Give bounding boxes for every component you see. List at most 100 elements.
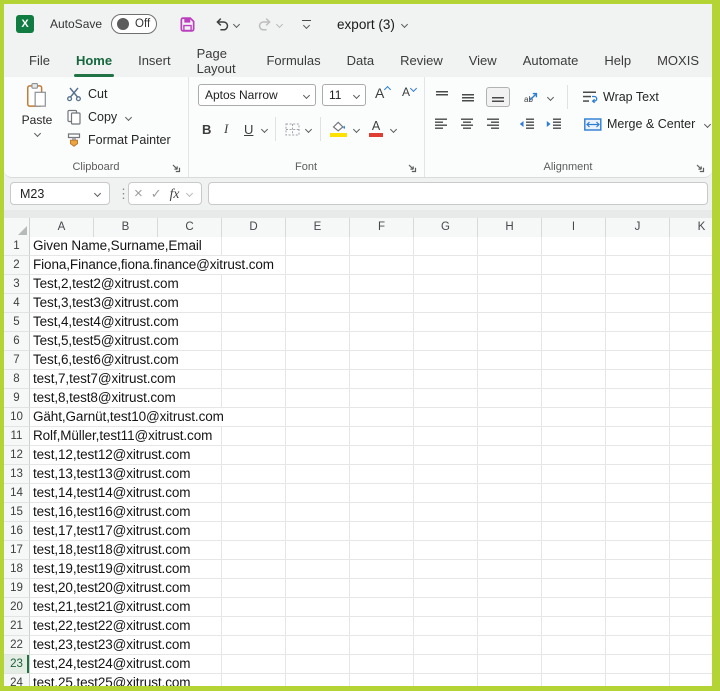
- undo-dropdown-icon[interactable]: [233, 20, 240, 27]
- column-header-A[interactable]: A: [30, 218, 94, 237]
- row-cells-16[interactable]: test,17,test17@xitrust.com: [30, 522, 712, 541]
- fill-color-button[interactable]: [330, 121, 347, 137]
- row-header-3[interactable]: 3: [4, 275, 30, 294]
- row-header-12[interactable]: 12: [4, 446, 30, 465]
- cancel-button[interactable]: ×: [134, 186, 143, 201]
- fx-chevron-icon[interactable]: [186, 190, 193, 197]
- row-cells-18[interactable]: test,19,test19@xitrust.com: [30, 560, 712, 579]
- orientation-dropdown-icon[interactable]: [547, 93, 554, 100]
- fill-color-dropdown-icon[interactable]: [353, 125, 360, 132]
- row-header-6[interactable]: 6: [4, 332, 30, 351]
- formula-input[interactable]: [208, 182, 708, 205]
- row-cells-23[interactable]: test,24,test24@xitrust.com: [30, 655, 712, 674]
- paste-button[interactable]: Paste: [14, 82, 60, 136]
- clipboard-dialog-launcher-icon[interactable]: [171, 163, 181, 173]
- align-top-button[interactable]: [434, 90, 450, 104]
- tab-home[interactable]: Home: [63, 44, 125, 77]
- document-title-button[interactable]: export (3): [311, 17, 407, 32]
- row-header-15[interactable]: 15: [4, 503, 30, 522]
- grow-font-button[interactable]: A: [375, 85, 390, 101]
- row-header-14[interactable]: 14: [4, 484, 30, 503]
- format-painter-button[interactable]: Format Painter: [66, 132, 171, 148]
- row-cells-24[interactable]: test,25,test25@xitrust.com: [30, 674, 712, 686]
- row-header-22[interactable]: 22: [4, 636, 30, 655]
- underline-dropdown-icon[interactable]: [261, 125, 268, 132]
- font-dialog-launcher-icon[interactable]: [407, 163, 417, 173]
- row-cells-20[interactable]: test,21,test21@xitrust.com: [30, 598, 712, 617]
- tab-view[interactable]: View: [456, 44, 510, 77]
- row-cells-15[interactable]: test,16,test16@xitrust.com: [30, 503, 712, 522]
- row-cells-9[interactable]: test,8,test8@xitrust.com: [30, 389, 712, 408]
- row-header-8[interactable]: 8: [4, 370, 30, 389]
- row-header-9[interactable]: 9: [4, 389, 30, 408]
- row-header-10[interactable]: 10: [4, 408, 30, 427]
- insert-function-button[interactable]: fx: [170, 186, 180, 202]
- font-name-select[interactable]: Aptos Narrow: [198, 84, 316, 106]
- align-bottom-button-selected[interactable]: [486, 87, 510, 107]
- paste-dropdown-icon[interactable]: [33, 130, 40, 137]
- column-header-B[interactable]: B: [94, 218, 158, 237]
- increase-indent-button[interactable]: [545, 117, 562, 131]
- copy-dropdown-icon[interactable]: [125, 113, 132, 120]
- tab-insert[interactable]: Insert: [125, 44, 184, 77]
- tab-moxis[interactable]: MOXIS: [644, 44, 712, 77]
- column-header-I[interactable]: I: [542, 218, 606, 237]
- shrink-font-button[interactable]: A: [402, 85, 416, 99]
- row-cells-22[interactable]: test,23,test23@xitrust.com: [30, 636, 712, 655]
- italic-button[interactable]: I: [224, 121, 244, 137]
- tab-review[interactable]: Review: [387, 44, 456, 77]
- row-header-13[interactable]: 13: [4, 465, 30, 484]
- row-header-7[interactable]: 7: [4, 351, 30, 370]
- align-left-button[interactable]: [434, 117, 450, 131]
- cut-button[interactable]: Cut: [66, 86, 107, 102]
- font-color-button[interactable]: A: [369, 121, 383, 137]
- decrease-indent-button[interactable]: [518, 117, 535, 131]
- enter-button[interactable]: ✓: [151, 187, 162, 200]
- name-box[interactable]: M23: [10, 182, 110, 205]
- row-cells-11[interactable]: Rolf,Müller,test11@xitrust.com: [30, 427, 712, 446]
- row-header-17[interactable]: 17: [4, 541, 30, 560]
- row-cells-6[interactable]: Test,5,test5@xitrust.com: [30, 332, 712, 351]
- wrap-text-button[interactable]: Wrap Text: [582, 90, 659, 104]
- underline-button[interactable]: U: [244, 122, 258, 137]
- row-header-4[interactable]: 4: [4, 294, 30, 313]
- column-header-H[interactable]: H: [478, 218, 542, 237]
- merge-center-button[interactable]: Merge & Center: [584, 117, 695, 131]
- bold-button[interactable]: B: [202, 122, 224, 137]
- row-header-19[interactable]: 19: [4, 579, 30, 598]
- row-header-16[interactable]: 16: [4, 522, 30, 541]
- borders-button[interactable]: [285, 123, 300, 136]
- tab-file[interactable]: File: [16, 44, 63, 77]
- row-cells-21[interactable]: test,22,test22@xitrust.com: [30, 617, 712, 636]
- tab-data[interactable]: Data: [334, 44, 387, 77]
- row-cells-12[interactable]: test,12,test12@xitrust.com: [30, 446, 712, 465]
- column-header-F[interactable]: F: [350, 218, 414, 237]
- row-header-24[interactable]: 24: [4, 674, 30, 686]
- row-header-21[interactable]: 21: [4, 617, 30, 636]
- alignment-dialog-launcher-icon[interactable]: [695, 163, 705, 173]
- row-cells-14[interactable]: test,14,test14@xitrust.com: [30, 484, 712, 503]
- row-cells-3[interactable]: Test,2,test2@xitrust.com: [30, 275, 712, 294]
- column-header-E[interactable]: E: [286, 218, 350, 237]
- row-cells-10[interactable]: Gäht,Garnüt,test10@xitrust.com: [30, 408, 712, 427]
- font-size-select[interactable]: 11: [322, 84, 366, 106]
- column-header-C[interactable]: C: [158, 218, 222, 237]
- row-cells-19[interactable]: test,20,test20@xitrust.com: [30, 579, 712, 598]
- undo-button[interactable]: [214, 16, 239, 32]
- column-header-G[interactable]: G: [414, 218, 478, 237]
- row-header-18[interactable]: 18: [4, 560, 30, 579]
- autosave-toggle[interactable]: Off: [111, 14, 157, 34]
- align-middle-button[interactable]: [460, 90, 476, 104]
- row-cells-7[interactable]: Test,6,test6@xitrust.com: [30, 351, 712, 370]
- tab-help[interactable]: Help: [591, 44, 644, 77]
- align-center-button[interactable]: [460, 117, 476, 131]
- borders-dropdown-icon[interactable]: [305, 125, 312, 132]
- align-right-button[interactable]: [486, 117, 502, 131]
- tab-formulas[interactable]: Formulas: [253, 44, 333, 77]
- column-header-K[interactable]: K: [670, 218, 712, 237]
- redo-button[interactable]: [257, 16, 282, 32]
- row-cells-5[interactable]: Test,4,test4@xitrust.com: [30, 313, 712, 332]
- column-header-D[interactable]: D: [222, 218, 286, 237]
- row-header-23[interactable]: 23: [4, 655, 30, 674]
- merge-center-dropdown-icon[interactable]: [704, 120, 711, 127]
